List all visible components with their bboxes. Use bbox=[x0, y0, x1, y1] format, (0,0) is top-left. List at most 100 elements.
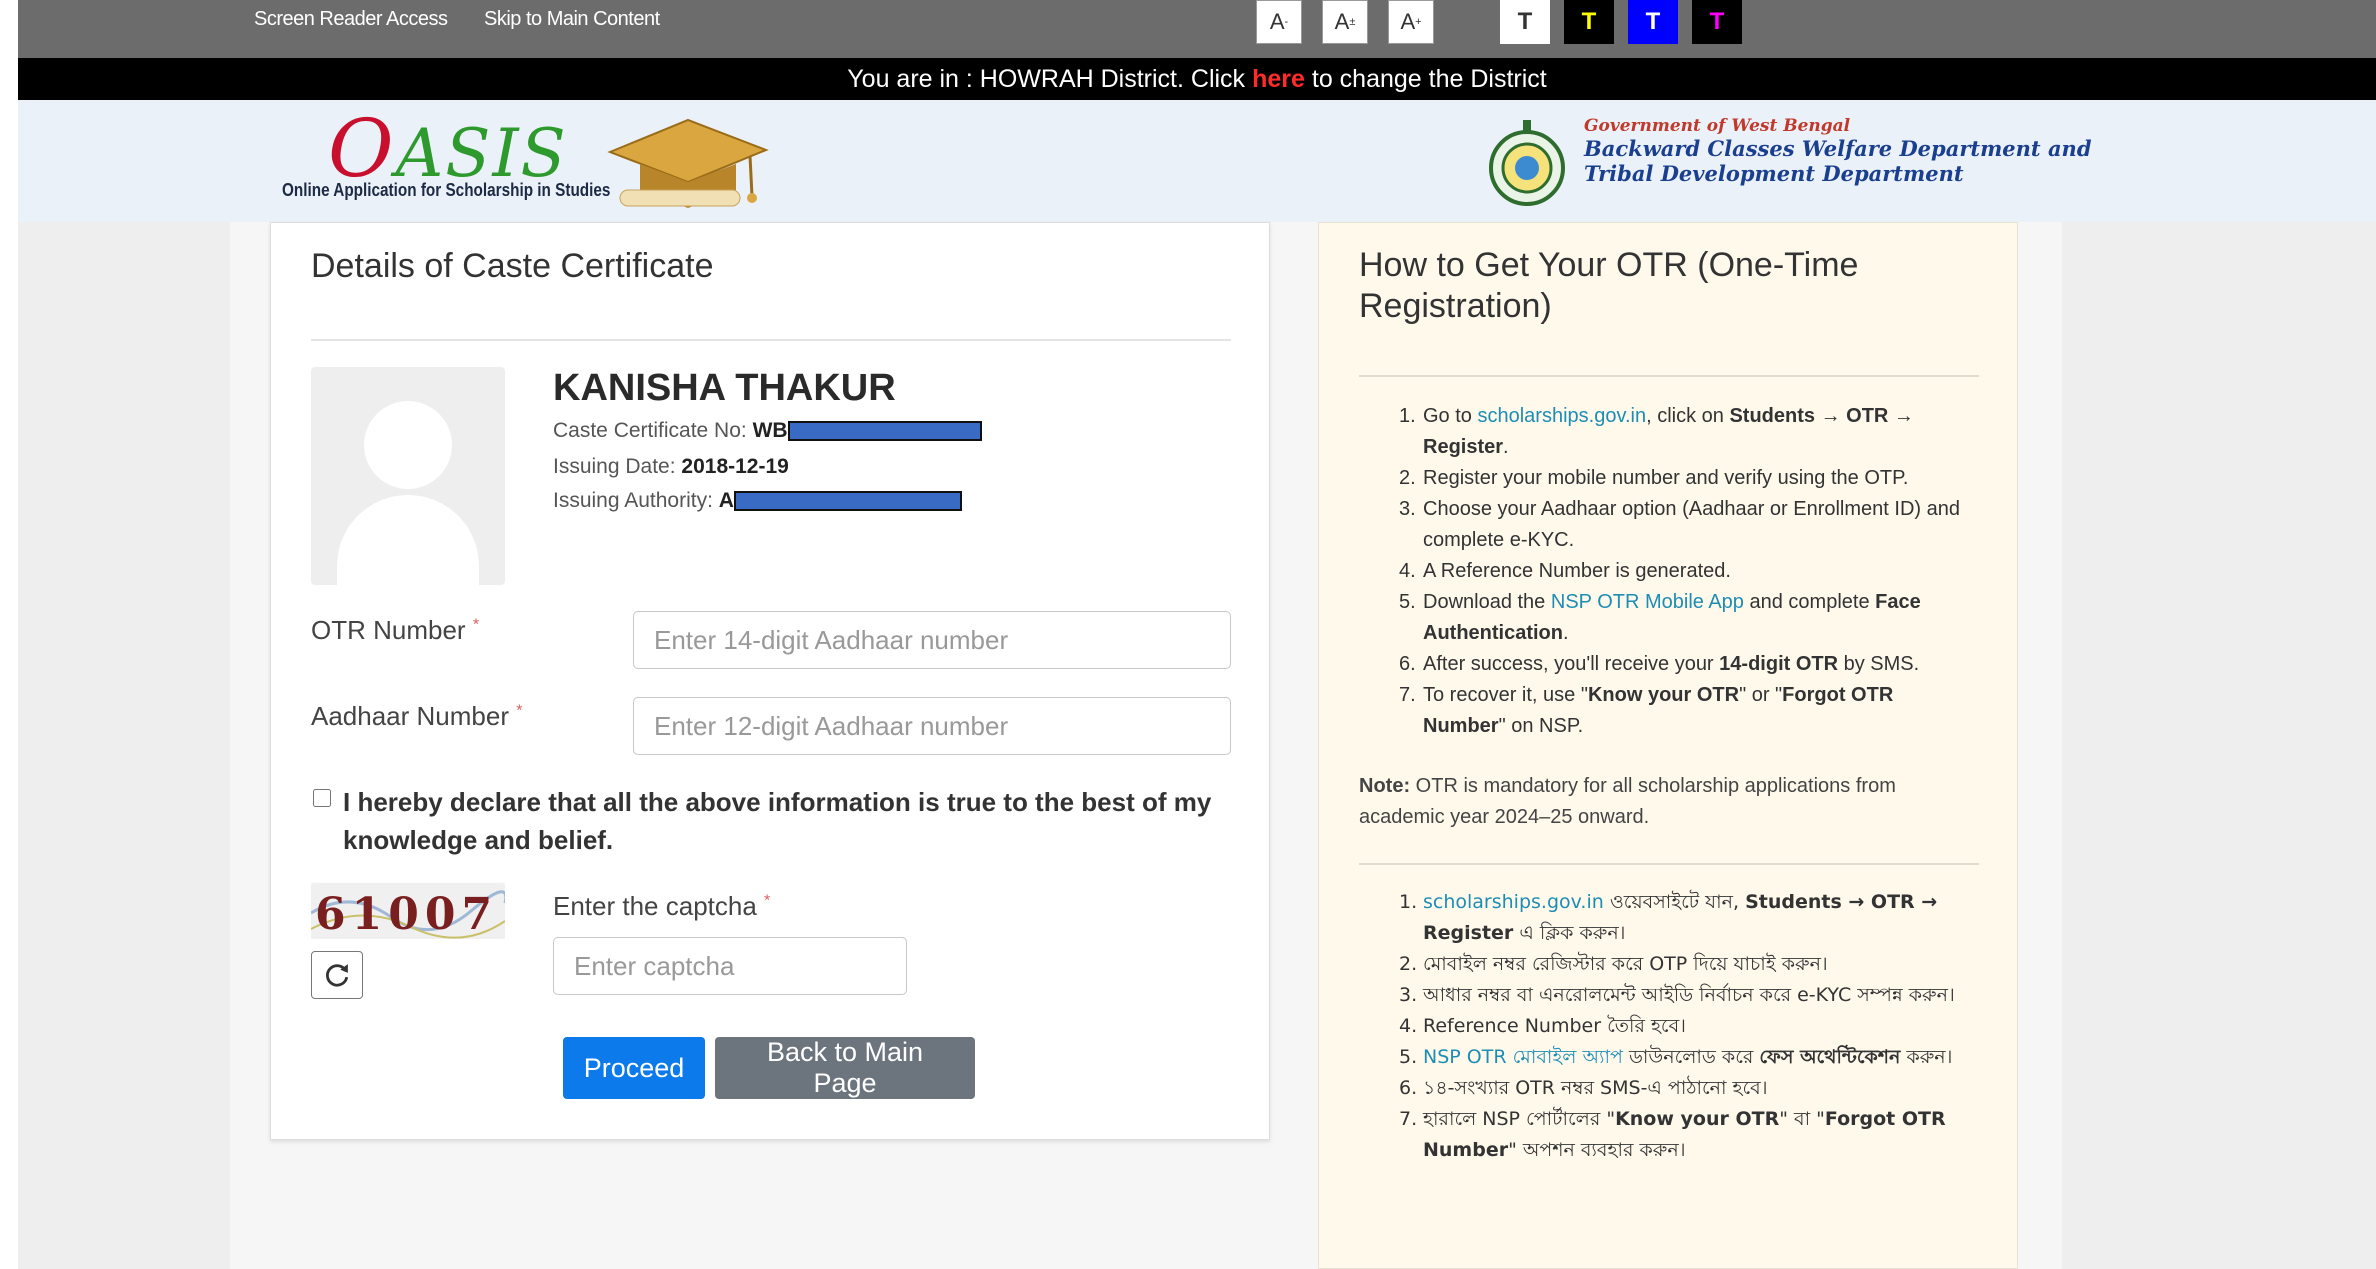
divider bbox=[1359, 863, 1979, 865]
captcha-input[interactable] bbox=[553, 937, 907, 995]
step-text: " বা " bbox=[1779, 1108, 1825, 1130]
step-text: " or " bbox=[1739, 684, 1783, 706]
district-text: You are in : HOWRAH District. Click bbox=[847, 64, 1246, 93]
step-text: আধার নম্বর বা এনরোলমেন্ট আইডি নির্বাচন ক… bbox=[1423, 984, 1955, 1006]
authority-label: Issuing Authority: bbox=[553, 489, 713, 512]
divider bbox=[311, 339, 1231, 341]
page-margin-left bbox=[18, 222, 230, 1269]
font-decrease-button[interactable]: A- bbox=[1256, 0, 1302, 44]
proceed-button[interactable]: Proceed bbox=[563, 1037, 705, 1099]
nsp-app-link[interactable]: NSP OTR Mobile App bbox=[1551, 591, 1744, 613]
step-text: by SMS. bbox=[1843, 653, 1920, 675]
utility-bar: Screen Reader Access Skip to Main Conten… bbox=[18, 0, 2376, 58]
step-text: হারালে NSP পোর্টালের " bbox=[1423, 1108, 1616, 1130]
font-normal-button[interactable]: A ± bbox=[1322, 0, 1368, 44]
font-increase-sup: + bbox=[1415, 16, 1422, 28]
list-item: 1. Go to scholarships.gov.in, click on St… bbox=[1359, 401, 1979, 463]
theme-default-button[interactable]: T bbox=[1500, 0, 1550, 44]
step-text: ওয়েবসাইটে যান, bbox=[1609, 891, 1740, 913]
captcha-image: 61007 bbox=[311, 883, 505, 939]
step-number: 6. bbox=[1399, 1077, 1418, 1099]
list-item: 2. মোবাইল নম্বর রেজিস্টার করে OTP দিয়ে য… bbox=[1359, 949, 1979, 980]
change-district-link[interactable]: here bbox=[1252, 65, 1305, 94]
declaration-checkbox[interactable] bbox=[313, 789, 331, 807]
gov-west-bengal-text: Government of West Bengal bbox=[1584, 116, 1851, 136]
step-number: 3. bbox=[1399, 498, 1416, 520]
step-number: 6. bbox=[1399, 653, 1416, 675]
list-item: 4. Reference Number তৈরি হবে। bbox=[1359, 1011, 1979, 1042]
avatar bbox=[311, 367, 505, 585]
screen-reader-link[interactable]: Screen Reader Access bbox=[254, 8, 448, 31]
theme-yellow-black-button[interactable]: T bbox=[1564, 0, 1614, 44]
issue-date-value: 2018-12-19 bbox=[681, 455, 789, 478]
step-text: ডাউনলোড করে bbox=[1628, 1046, 1754, 1068]
nsp-app-link[interactable]: NSP OTR মোবাইল অ্যাপ bbox=[1423, 1046, 1623, 1068]
graduation-cap-icon bbox=[607, 118, 769, 208]
otr-label-text: OTR Number bbox=[311, 615, 466, 645]
bengali-steps: 1. scholarships.gov.in ওয়েবসাইটে যান, St… bbox=[1359, 887, 1979, 1166]
list-item: 1. scholarships.gov.in ওয়েবসাইটে যান, St… bbox=[1359, 887, 1979, 949]
scholarships-link[interactable]: scholarships.gov.in bbox=[1423, 891, 1604, 913]
theme-label: T bbox=[1517, 8, 1533, 35]
cert-no-line: Caste Certificate No: WB bbox=[553, 419, 982, 443]
font-normal-label: A bbox=[1334, 9, 1350, 34]
theme-magenta-button[interactable]: T bbox=[1692, 0, 1742, 44]
step-text: Go to bbox=[1423, 405, 1472, 427]
list-item: 7. হারালে NSP পোর্টালের "Know your OTR" ব… bbox=[1359, 1104, 1979, 1166]
avatar-head bbox=[364, 401, 452, 489]
step-number: 2. bbox=[1399, 953, 1418, 975]
required-mark: * bbox=[764, 892, 771, 910]
authority-line: Issuing Authority: A bbox=[553, 489, 962, 513]
list-item: 3. আধার নম্বর বা এনরোলমেন্ট আইডি নির্বাচন… bbox=[1359, 980, 1979, 1011]
english-steps: 1. Go to scholarships.gov.in, click on St… bbox=[1359, 401, 1979, 742]
font-decrease-label: A bbox=[1269, 9, 1285, 34]
refresh-icon bbox=[326, 964, 349, 987]
theme-label: T bbox=[1709, 8, 1725, 35]
divider bbox=[1359, 375, 1979, 377]
refresh-captcha-button[interactable] bbox=[311, 951, 363, 999]
list-item: 7. To recover it, use "Know your OTR" or … bbox=[1359, 680, 1979, 742]
oasis-tagline: Online Application for Scholarship in St… bbox=[282, 180, 611, 200]
step-text: To recover it, use " bbox=[1423, 684, 1588, 706]
captcha-label: Enter the captcha * bbox=[553, 891, 770, 922]
step-number: 7. bbox=[1399, 1108, 1418, 1130]
font-increase-label: A bbox=[1400, 9, 1416, 34]
font-increase-button[interactable]: A + bbox=[1388, 0, 1434, 44]
issue-date-label: Issuing Date: bbox=[553, 455, 676, 478]
caste-certificate-card: Details of Caste Certificate KANISHA THA… bbox=[270, 222, 1270, 1140]
step-text: . bbox=[1503, 436, 1509, 458]
step-number: 2. bbox=[1399, 467, 1416, 489]
step-bold: Know your OTR bbox=[1587, 684, 1740, 706]
step-text: Choose your Aadhaar option (Aadhaar or E… bbox=[1423, 498, 1960, 551]
otr-label: OTR Number * bbox=[311, 615, 479, 646]
skip-to-main-link[interactable]: Skip to Main Content bbox=[484, 8, 660, 31]
otr-number-input[interactable] bbox=[633, 611, 1231, 669]
step-text: , click on bbox=[1646, 405, 1724, 427]
step-text: Download the bbox=[1423, 591, 1546, 613]
theme-blue-button[interactable]: T bbox=[1628, 0, 1678, 44]
cert-no-label: Caste Certificate No: bbox=[553, 419, 747, 442]
authority-value: A bbox=[718, 489, 734, 512]
step-text: Register your mobile number and verify u… bbox=[1423, 467, 1909, 489]
declaration-text[interactable]: I hereby declare that all the above info… bbox=[343, 783, 1243, 859]
list-item: 5. Download the NSP OTR Mobile App and co… bbox=[1359, 587, 1979, 649]
step-text: " on NSP. bbox=[1498, 715, 1584, 737]
step-text: এ ক্লিক করুন। bbox=[1519, 922, 1626, 944]
note-label: Note: bbox=[1359, 775, 1411, 797]
redaction-bar bbox=[787, 421, 982, 442]
step-text: করুন। bbox=[1906, 1046, 1953, 1068]
scholarships-link[interactable]: scholarships.gov.in bbox=[1477, 405, 1646, 427]
theme-label: T bbox=[1645, 8, 1661, 35]
aadhaar-number-input[interactable] bbox=[633, 697, 1231, 755]
step-bold: ফেস অথেন্টিকেশন bbox=[1759, 1046, 1901, 1068]
step-text: Reference Number তৈরি হবে। bbox=[1423, 1015, 1686, 1037]
step-number: 5. bbox=[1399, 591, 1416, 613]
cert-no-value: WB bbox=[752, 419, 788, 442]
list-item: 3. Choose your Aadhaar option (Aadhaar or… bbox=[1359, 494, 1979, 556]
west-bengal-emblem-icon bbox=[1489, 120, 1565, 206]
step-text: . bbox=[1563, 622, 1569, 644]
step-number: 5. bbox=[1399, 1046, 1418, 1068]
step-number: 3. bbox=[1399, 984, 1418, 1006]
otr-instructions-panel: How to Get Your OTR (One-Time Registrati… bbox=[1318, 222, 2018, 1269]
back-to-main-button[interactable]: Back to Main Page bbox=[715, 1037, 975, 1099]
